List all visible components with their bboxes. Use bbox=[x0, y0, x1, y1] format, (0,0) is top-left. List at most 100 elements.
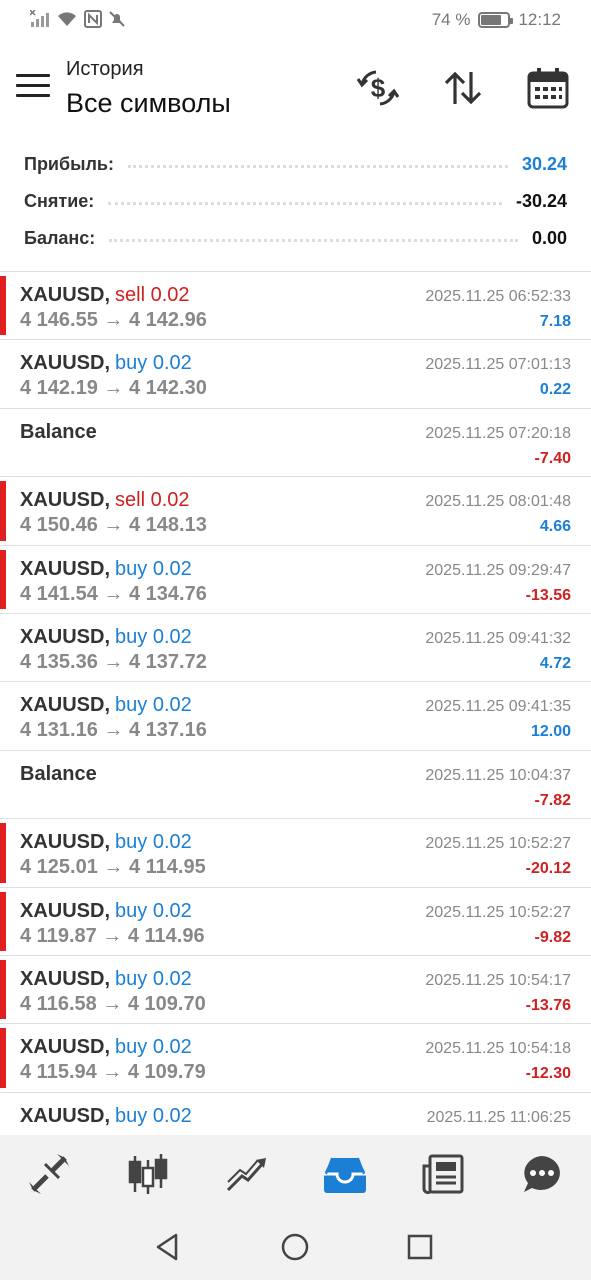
row-date: 2025.11.25 10:52:27 bbox=[425, 835, 571, 853]
row-profit: -7.40 bbox=[534, 449, 571, 467]
price-range: 4 150.46 → 4 148.13 bbox=[20, 514, 207, 537]
row-date: 2025.11.25 07:20:18 bbox=[425, 424, 571, 442]
nav-trade[interactable] bbox=[216, 1144, 276, 1204]
row-date: 2025.11.25 10:54:18 bbox=[425, 1040, 571, 1058]
row-profit: 4.72 bbox=[539, 654, 571, 672]
trade-row[interactable]: XAUUSD, buy 0.02 4 125.01 → 4 114.95 2025.1… bbox=[0, 819, 591, 888]
row-date: 2025.11.25 09:29:47 bbox=[425, 561, 571, 579]
row-date: 2025.11.25 07:01:13 bbox=[425, 356, 571, 374]
buy-volume: buy 0.02 bbox=[115, 899, 192, 922]
buy-volume: buy 0.02 bbox=[115, 1104, 192, 1127]
trade-row[interactable]: XAUUSD, buy 0.02 4 141.54 → 4 134.76 2025.1… bbox=[0, 546, 591, 614]
trade-row[interactable]: XAUUSD, buy 0.02 4 119.87 → 4 114.96 2025.1… bbox=[0, 888, 591, 956]
symbol: XAUUSD, bbox=[20, 557, 111, 580]
home-icon[interactable] bbox=[279, 1231, 311, 1263]
loss-marker bbox=[0, 891, 6, 951]
row-profit: 0.22 bbox=[539, 381, 571, 399]
loss-marker bbox=[0, 1028, 6, 1088]
trade-row[interactable]: XAUUSD, buy 0.02 4 131.16 → 4 137.16 2025.1… bbox=[0, 682, 591, 751]
symbol: XAUUSD, bbox=[20, 1036, 111, 1059]
row-date: 2025.11.25 09:41:32 bbox=[425, 629, 571, 647]
row-title: XAUUSD, buy 0.02 bbox=[20, 831, 192, 854]
price-range: 4 131.16 → 4 137.16 bbox=[20, 719, 207, 742]
page-title[interactable]: Все символы bbox=[66, 88, 231, 119]
balance-row[interactable]: Balance 2025.11.25 07:20:18 -7.40 bbox=[0, 409, 591, 478]
history-list[interactable]: XAUUSD, sell 0.02 4 146.55 → 4 142.96 2025.… bbox=[0, 271, 591, 1135]
row-date: 2025.11.25 09:41:35 bbox=[425, 698, 571, 716]
currency-exchange-icon[interactable]: $ bbox=[356, 66, 400, 110]
dotted-leader bbox=[109, 239, 518, 242]
row-profit: -9.82 bbox=[534, 928, 571, 946]
balance-row[interactable]: Balance 2025.11.25 10:04:37 -7.82 bbox=[0, 751, 591, 820]
system-navigation-bar bbox=[0, 1213, 591, 1280]
dotted-leader bbox=[127, 165, 508, 168]
price-range: 4 116.58 → 4 109.70 bbox=[20, 992, 206, 1015]
row-date: 2025.11.25 08:01:48 bbox=[425, 493, 571, 511]
row-title: XAUUSD, buy 0.02 bbox=[20, 558, 192, 581]
price-range: 4 115.94 → 4 109.79 bbox=[20, 1061, 206, 1084]
trade-row[interactable]: XAUUSD, buy 0.02 2025.11.25 11:06:25 bbox=[0, 1093, 591, 1135]
trade-row[interactable]: XAUUSD, buy 0.02 4 142.19 → 4 142.30 2025.1… bbox=[0, 340, 591, 409]
trade-row[interactable]: XAUUSD, buy 0.02 4 135.36 → 4 137.72 2025.1… bbox=[0, 614, 591, 683]
recents-icon[interactable] bbox=[404, 1231, 436, 1263]
row-title: XAUUSD, buy 0.02 bbox=[20, 694, 192, 717]
balance-label: Balance bbox=[20, 762, 97, 785]
symbol: XAUUSD, bbox=[20, 1104, 111, 1127]
row-title: XAUUSD, buy 0.02 bbox=[20, 352, 192, 375]
row-date: 2025.11.25 10:04:37 bbox=[425, 766, 571, 784]
loss-marker bbox=[0, 959, 6, 1020]
row-title: XAUUSD, buy 0.02 bbox=[20, 968, 192, 991]
summary-withdrawal-row: Снятие: -30.24 bbox=[0, 183, 591, 220]
trade-row[interactable]: XAUUSD, buy 0.02 4 115.94 → 4 109.79 2025.1… bbox=[0, 1024, 591, 1093]
nav-messages[interactable] bbox=[512, 1144, 572, 1204]
header-subtitle: История bbox=[66, 58, 144, 80]
symbol: XAUUSD, bbox=[20, 625, 111, 648]
buy-volume: buy 0.02 bbox=[115, 557, 192, 580]
trade-row[interactable]: XAUUSD, sell 0.02 4 150.46 → 4 148.13 2025.… bbox=[0, 477, 591, 546]
summary-panel: Прибыль: 30.24 Снятие: -30.24 Баланс: 0.… bbox=[0, 146, 591, 257]
symbol: XAUUSD, bbox=[20, 831, 111, 854]
price-range: 4 135.36 → 4 137.72 bbox=[20, 650, 207, 673]
status-bar: 74 % 12:12 bbox=[0, 0, 591, 42]
price-range: 4 142.19 → 4 142.30 bbox=[20, 377, 207, 400]
price-range: 4 146.55 → 4 142.96 bbox=[20, 309, 207, 331]
chat-icon bbox=[523, 1156, 560, 1192]
row-profit: -12.30 bbox=[525, 1065, 571, 1083]
row-profit: -13.56 bbox=[525, 586, 571, 604]
calendar-icon[interactable] bbox=[526, 66, 570, 110]
bottom-navigation bbox=[0, 1135, 591, 1213]
summary-profit-row: Прибыль: 30.24 bbox=[0, 146, 591, 183]
nav-quotes[interactable] bbox=[19, 1144, 79, 1204]
profit-label: Прибыль: bbox=[24, 154, 114, 174]
sort-icon[interactable] bbox=[441, 66, 485, 110]
price-range: 4 141.54 → 4 134.76 bbox=[20, 582, 207, 605]
row-title: Balance bbox=[20, 421, 97, 444]
app-header: История Все символы $ bbox=[0, 42, 591, 134]
trade-row[interactable]: XAUUSD, buy 0.02 4 116.58 → 4 109.70 2025.1… bbox=[0, 956, 591, 1025]
sell-volume: sell 0.02 bbox=[115, 284, 190, 306]
balance-label: Balance bbox=[20, 420, 97, 443]
trade-row[interactable]: XAUUSD, sell 0.02 4 146.55 → 4 142.96 2025.… bbox=[0, 272, 591, 341]
balance-value: 0.00 bbox=[531, 228, 567, 248]
back-icon[interactable] bbox=[152, 1231, 184, 1263]
clock: 12:12 bbox=[518, 10, 561, 29]
nfc-icon bbox=[84, 10, 102, 28]
menu-icon[interactable] bbox=[16, 74, 50, 100]
nav-chart[interactable] bbox=[118, 1144, 178, 1204]
summary-balance-row: Баланс: 0.00 bbox=[0, 220, 591, 257]
sell-volume: sell 0.02 bbox=[115, 489, 190, 512]
withdrawal-value: -30.24 bbox=[515, 191, 567, 211]
price-range: 4 125.01 → 4 114.95 bbox=[20, 856, 206, 879]
buy-volume: buy 0.02 bbox=[115, 967, 192, 990]
price-range: 4 119.87 → 4 114.96 bbox=[20, 924, 205, 947]
loss-marker bbox=[0, 276, 6, 336]
buy-volume: buy 0.02 bbox=[115, 352, 192, 375]
row-date: 2025.11.25 10:52:27 bbox=[425, 903, 571, 921]
candlestick-icon bbox=[128, 1154, 167, 1194]
nav-history[interactable] bbox=[315, 1144, 375, 1204]
profit-value: 30.24 bbox=[521, 154, 567, 174]
row-title: XAUUSD, buy 0.02 bbox=[20, 1105, 192, 1128]
row-title: Balance bbox=[20, 763, 97, 786]
nav-news[interactable] bbox=[413, 1144, 473, 1204]
row-date: 2025.11.25 06:52:33 bbox=[425, 288, 571, 305]
